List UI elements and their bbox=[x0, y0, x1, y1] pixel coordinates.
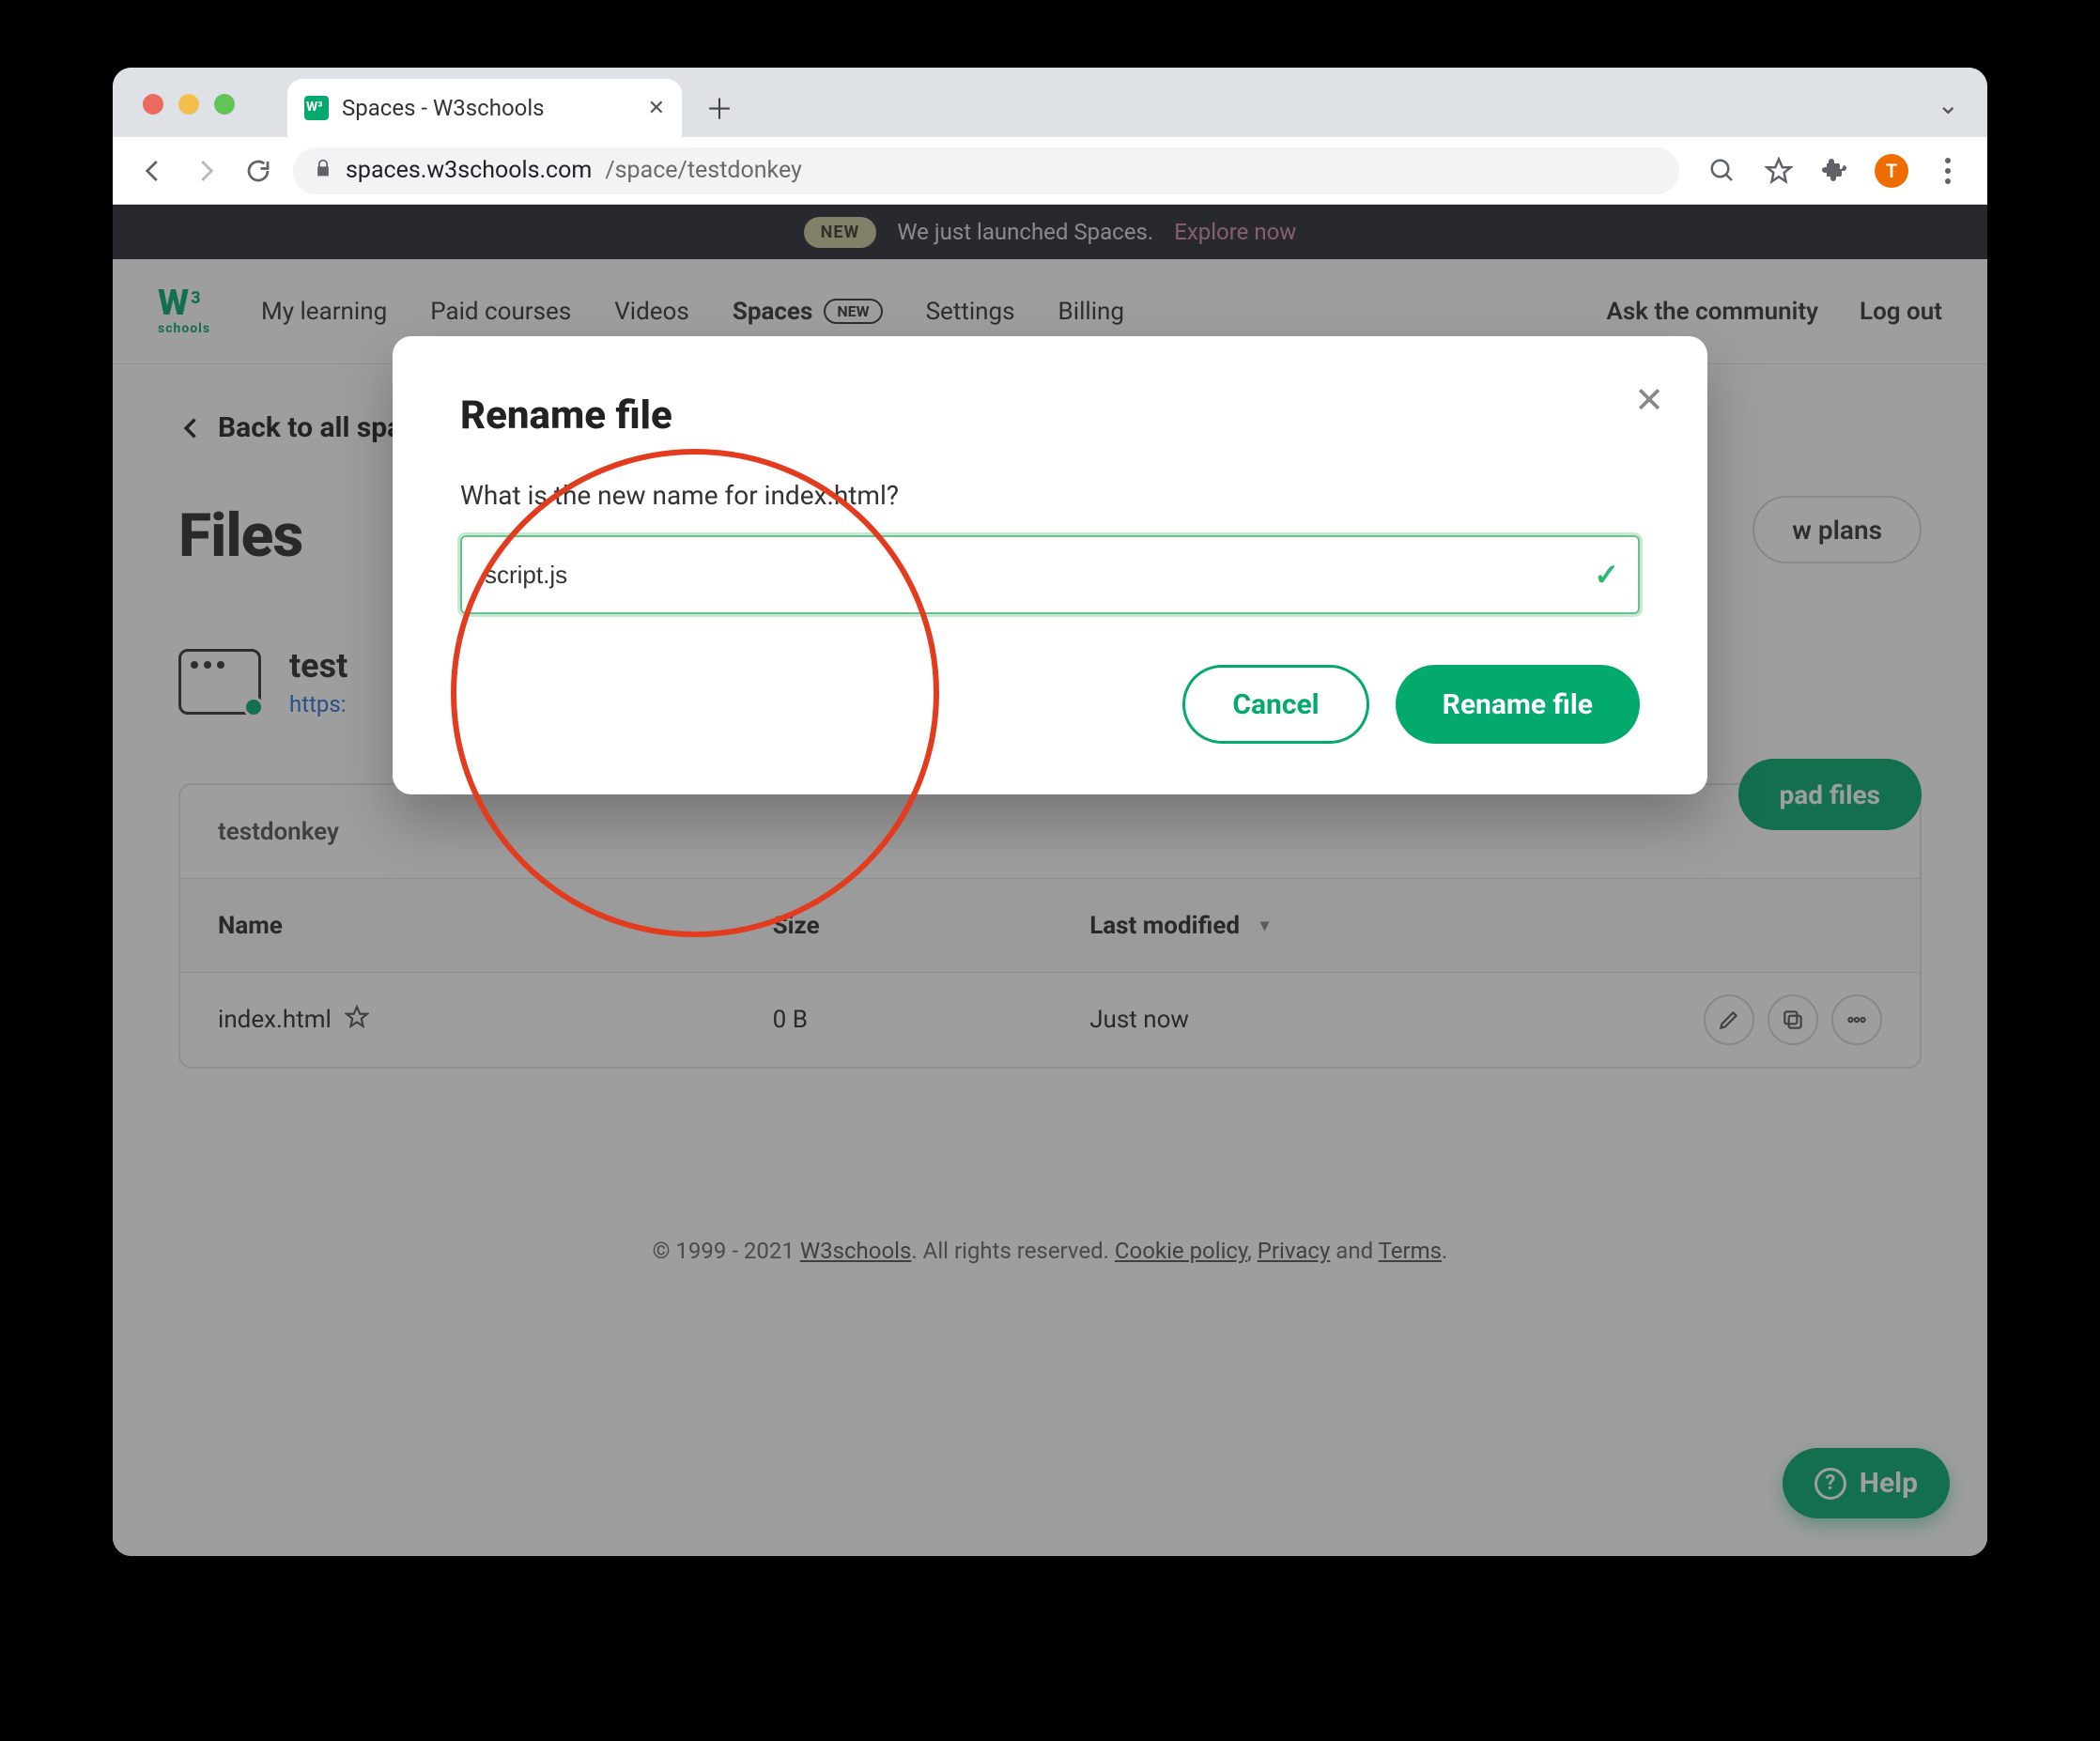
page-content: NEW We just launched Spaces. Explore now… bbox=[113, 205, 1987, 1556]
address-bar: spaces.w3schools.com/space/testdonkey T bbox=[113, 137, 1987, 205]
profile-avatar[interactable]: T bbox=[1875, 154, 1908, 188]
rename-file-dialog: ✕ Rename file What is the new name for i… bbox=[393, 336, 1707, 794]
favicon-icon bbox=[304, 96, 329, 120]
browser-tab[interactable]: Spaces - W3schools ✕ bbox=[287, 79, 682, 137]
url-path: /space/testdonkey bbox=[605, 157, 802, 184]
modal-overlay[interactable]: ✕ Rename file What is the new name for i… bbox=[113, 205, 1987, 1556]
bookmark-star-icon[interactable] bbox=[1762, 154, 1796, 188]
back-button[interactable] bbox=[135, 153, 171, 189]
dialog-close-button[interactable]: ✕ bbox=[1634, 379, 1664, 422]
window-controls[interactable] bbox=[143, 94, 235, 115]
tab-list-caret-icon[interactable]: ⌄ bbox=[1938, 89, 1959, 120]
new-tab-button[interactable]: ＋ bbox=[701, 88, 738, 126]
cancel-button[interactable]: Cancel bbox=[1182, 665, 1368, 744]
browser-menu-icon[interactable] bbox=[1931, 154, 1965, 188]
tab-close-icon[interactable]: ✕ bbox=[648, 97, 665, 120]
url-field[interactable]: spaces.w3schools.com/space/testdonkey bbox=[293, 147, 1679, 194]
tab-title: Spaces - W3schools bbox=[342, 95, 635, 121]
tab-strip: Spaces - W3schools ✕ ＋ ⌄ bbox=[113, 68, 1987, 137]
minimize-window-icon[interactable] bbox=[178, 94, 199, 115]
browser-window: Spaces - W3schools ✕ ＋ ⌄ spaces.w3school… bbox=[113, 68, 1987, 1556]
close-window-icon[interactable] bbox=[143, 94, 163, 115]
forward-button[interactable] bbox=[188, 153, 224, 189]
new-filename-input[interactable] bbox=[460, 535, 1640, 614]
rename-confirm-button[interactable]: Rename file bbox=[1396, 665, 1640, 744]
zoom-icon[interactable] bbox=[1706, 154, 1739, 188]
dialog-prompt: What is the new name for index.html? bbox=[460, 480, 1640, 511]
reload-button[interactable] bbox=[240, 153, 276, 189]
maximize-window-icon[interactable] bbox=[214, 94, 235, 115]
extensions-icon[interactable] bbox=[1818, 154, 1852, 188]
dialog-title: Rename file bbox=[460, 393, 1640, 439]
url-host: spaces.w3schools.com bbox=[346, 157, 592, 184]
lock-icon bbox=[314, 157, 332, 184]
valid-check-icon: ✓ bbox=[1594, 557, 1619, 593]
